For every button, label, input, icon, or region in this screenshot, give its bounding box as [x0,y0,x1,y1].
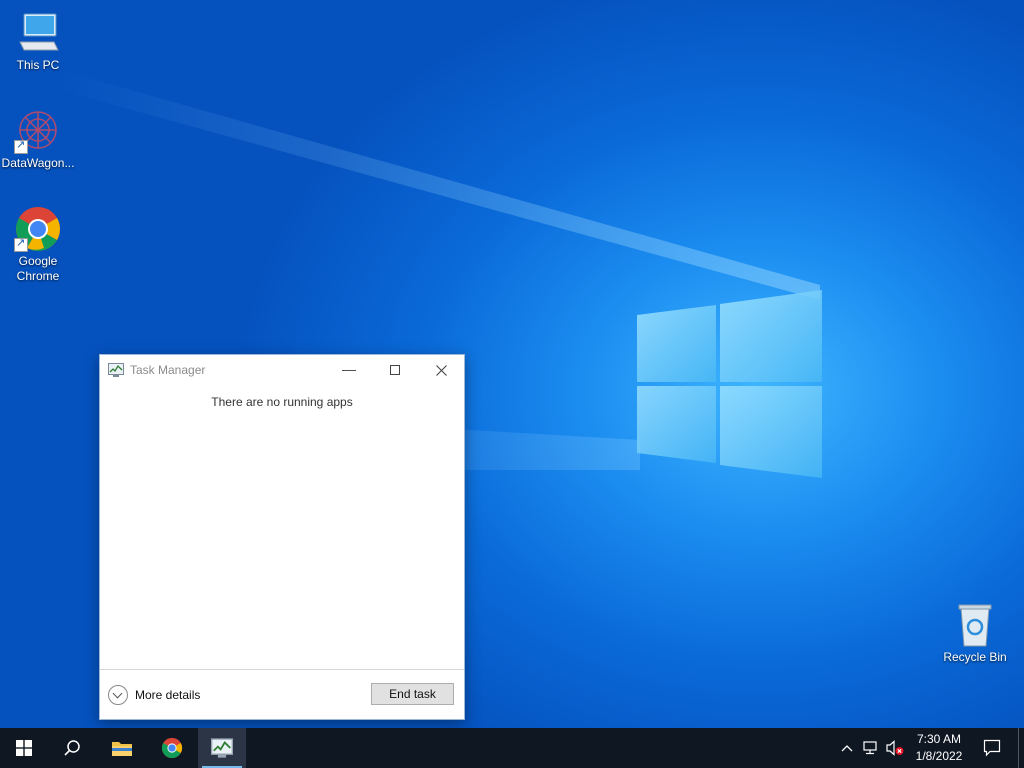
taskbar-file-explorer[interactable] [98,728,146,768]
close-button[interactable] [418,355,464,385]
volume-muted-icon [886,740,904,756]
minimize-icon: — [342,361,356,377]
no-apps-message: There are no running apps [211,395,353,409]
maximize-icon [390,365,400,375]
recycle-bin-icon [951,602,999,648]
window-footer: More details End task [100,669,464,720]
show-hidden-icons-button[interactable] [838,728,856,768]
desktop-icon-label: DataWagon... [1,156,75,170]
network-button[interactable] [860,728,882,768]
minimize-button[interactable]: — [326,355,372,385]
chevron-down-icon [108,685,128,705]
desktop-icon-datawagon[interactable]: DataWagon... [0,108,76,171]
task-manager-window[interactable]: Task Manager — There are no running apps… [99,354,465,720]
task-manager-icon [108,363,124,377]
action-center-icon [983,739,1001,757]
maximize-button[interactable] [372,355,418,385]
desktop-icon-label: Recycle Bin [943,650,1007,664]
desktop-icon-label: Google Chrome [16,254,60,283]
window-title: Task Manager [130,363,206,377]
chevron-up-icon [841,745,853,752]
taskbar: 7:30 AM 1/8/2022 [0,728,1024,768]
shortcut-arrow-icon [14,138,28,154]
taskbar-chrome[interactable] [148,728,196,768]
windows-logo-icon [16,740,32,756]
network-icon [863,741,877,755]
clock[interactable]: 7:30 AM 1/8/2022 [912,731,966,765]
action-center-button[interactable] [976,728,1008,768]
search-button[interactable] [48,728,96,768]
search-icon [64,740,80,756]
desktop-icon-recycle-bin[interactable]: Recycle Bin [937,602,1013,665]
desktop-icon-label: This PC [16,58,60,72]
chrome-icon [14,206,62,252]
computer-icon [14,10,62,56]
folder-icon [112,742,132,756]
desktop-icon-this-pc[interactable]: This PC [0,10,76,73]
shortcut-arrow-icon [14,236,28,252]
task-manager-icon [211,738,233,758]
volume-button[interactable] [884,728,906,768]
show-desktop-divider [1018,728,1019,768]
start-button[interactable] [0,728,48,768]
taskbar-task-manager[interactable] [198,728,246,768]
clock-date: 1/8/2022 [915,749,963,763]
chrome-icon [161,737,183,759]
title-bar[interactable]: Task Manager — [100,355,464,385]
clock-time: 7:30 AM [916,732,962,746]
desktop-icon-google-chrome[interactable]: Google Chrome [0,206,76,284]
datawagon-app-icon [14,108,62,154]
more-details-button[interactable]: More details [108,684,200,706]
end-task-button[interactable]: End task [371,683,454,705]
close-icon [435,365,447,376]
more-details-label: More details [135,688,201,702]
